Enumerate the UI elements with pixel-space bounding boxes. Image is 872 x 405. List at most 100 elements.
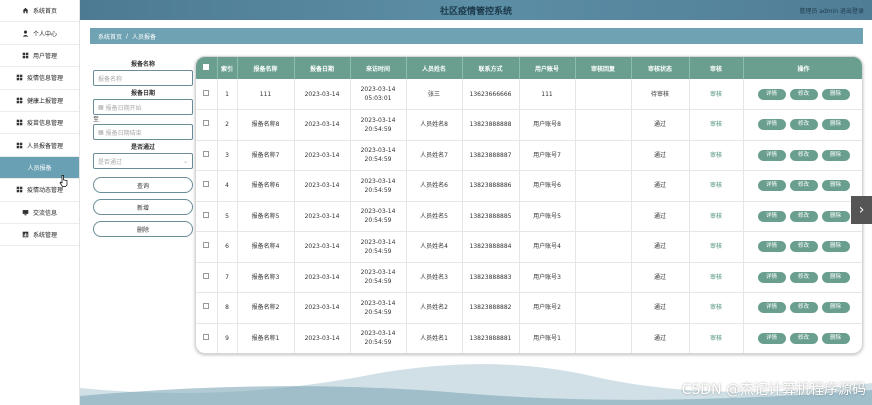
row-checkbox[interactable] bbox=[196, 231, 218, 263]
cell-date: 2023-03-14 bbox=[294, 292, 351, 324]
cell-person: 人员姓名4 bbox=[406, 231, 463, 263]
detail-button[interactable]: 详情 bbox=[757, 88, 786, 100]
sidebar-item-personnel-report-mgmt[interactable]: 人员报备管理 bbox=[0, 134, 79, 157]
audit-link[interactable]: 审核 bbox=[710, 91, 722, 98]
edit-button[interactable]: 修改 bbox=[789, 302, 818, 314]
sidebar-item-label: 用户管理 bbox=[32, 52, 57, 60]
add-button[interactable]: 新增 bbox=[93, 199, 193, 215]
monitor-icon bbox=[22, 209, 29, 216]
row-checkbox[interactable] bbox=[196, 201, 218, 232]
cell-person: 人员姓名2 bbox=[406, 292, 463, 324]
audit-link[interactable]: 审核 bbox=[710, 243, 722, 250]
sidebar-item-label: 人员报备管理 bbox=[26, 142, 63, 150]
row-delete-button[interactable]: 删除 bbox=[821, 149, 850, 161]
row-delete-button[interactable]: 删除 bbox=[821, 180, 850, 192]
sidebar-item-profile[interactable]: 个人中心 bbox=[0, 22, 79, 45]
date-start-placeholder: 报备日期开始 bbox=[105, 104, 142, 112]
cell-status: 通过 bbox=[631, 201, 690, 232]
cell-audit: 审核 bbox=[689, 231, 744, 263]
audit-link[interactable]: 审核 bbox=[710, 182, 722, 189]
grid-icon bbox=[16, 119, 23, 126]
cell-ops: 详情 修改 删除 bbox=[743, 292, 862, 324]
breadcrumb-home[interactable]: 系统首页 bbox=[98, 32, 122, 41]
row-delete-button[interactable]: 删除 bbox=[821, 332, 850, 344]
row-delete-button[interactable]: 删除 bbox=[821, 241, 850, 253]
edit-button[interactable]: 修改 bbox=[789, 332, 818, 344]
cell-phone: 13823888884 bbox=[462, 231, 520, 263]
row-delete-button[interactable]: 删除 bbox=[821, 210, 850, 222]
edit-button[interactable]: 修改 bbox=[789, 88, 818, 100]
cell-index: 8 bbox=[217, 292, 238, 324]
row-delete-button[interactable]: 删除 bbox=[821, 302, 850, 314]
select-all-checkbox[interactable] bbox=[196, 57, 218, 79]
date-end-placeholder: 报备日期结束 bbox=[105, 129, 142, 137]
audit-link[interactable]: 审核 bbox=[710, 213, 722, 220]
chevron-right-icon[interactable]: › bbox=[851, 196, 872, 224]
detail-button[interactable]: 详情 bbox=[757, 332, 786, 344]
edit-button[interactable]: 修改 bbox=[789, 210, 818, 222]
pass-select[interactable]: 是否通过 ⌄ bbox=[93, 153, 193, 169]
cell-name: 报备名称7 bbox=[237, 140, 295, 171]
sidebar-item-system[interactable]: 系统管理 bbox=[0, 224, 79, 247]
audit-link[interactable]: 审核 bbox=[710, 335, 722, 342]
row-checkbox[interactable] bbox=[196, 140, 218, 171]
col-account: 用户账号 bbox=[519, 57, 576, 79]
sidebar-item-label: 疫苗信息管理 bbox=[26, 120, 63, 128]
edit-button[interactable]: 修改 bbox=[789, 180, 818, 192]
edit-button[interactable]: 修改 bbox=[789, 149, 818, 161]
audit-link[interactable]: 审核 bbox=[710, 121, 722, 128]
audit-link[interactable]: 审核 bbox=[710, 152, 722, 159]
person-icon bbox=[22, 30, 29, 37]
cell-index: 7 bbox=[217, 262, 238, 293]
col-status: 审核状态 bbox=[631, 57, 690, 79]
audit-link[interactable]: 审核 bbox=[710, 304, 722, 311]
row-checkbox[interactable] bbox=[196, 262, 218, 293]
row-checkbox[interactable] bbox=[196, 109, 218, 141]
cell-visit: 2023-03-14 20:54:59 bbox=[350, 140, 407, 171]
name-input[interactable]: 报备名称 bbox=[93, 70, 193, 86]
cell-reply bbox=[575, 231, 632, 263]
cell-status: 通过 bbox=[631, 109, 690, 141]
grid-icon bbox=[16, 186, 23, 193]
sidebar-item-exchange[interactable]: 交流信息 bbox=[0, 202, 79, 224]
detail-button[interactable]: 详情 bbox=[757, 210, 786, 222]
table-row: 5 报备名称5 2023-03-14 2023-03-14 20:54:59 人员姓名5… bbox=[196, 201, 862, 232]
cell-account: 111 bbox=[519, 79, 576, 110]
col-audit: 审核 bbox=[689, 57, 744, 79]
row-checkbox[interactable] bbox=[196, 79, 218, 110]
delete-button[interactable]: 删除 bbox=[93, 221, 193, 237]
row-checkbox[interactable] bbox=[196, 292, 218, 324]
search-panel: 报备名称 报备名称 报备日期 ▦ 报备日期开始 至 ▦ 报备日期结束 是否通过 … bbox=[93, 60, 193, 237]
edit-button[interactable]: 修改 bbox=[789, 119, 818, 131]
sidebar-item-health-report[interactable]: 健康上报管理 bbox=[0, 90, 79, 112]
detail-button[interactable]: 详情 bbox=[757, 149, 786, 161]
cell-person: 人员姓名6 bbox=[406, 170, 463, 202]
detail-button[interactable]: 详情 bbox=[757, 241, 786, 253]
sidebar-item-epidemic-info[interactable]: 疫情信息管理 bbox=[0, 67, 79, 90]
detail-button[interactable]: 详情 bbox=[757, 119, 786, 131]
detail-button[interactable]: 详情 bbox=[757, 180, 786, 192]
audit-link[interactable]: 审核 bbox=[710, 274, 722, 281]
row-delete-button[interactable]: 删除 bbox=[821, 88, 850, 100]
query-button[interactable]: 查询 bbox=[93, 177, 193, 193]
sidebar-item-users[interactable]: 用户管理 bbox=[0, 45, 79, 68]
detail-button[interactable]: 详情 bbox=[757, 302, 786, 314]
cell-index: 5 bbox=[217, 201, 238, 232]
row-delete-button[interactable]: 删除 bbox=[821, 271, 850, 283]
sidebar-item-home[interactable]: 系统首页 bbox=[0, 0, 79, 23]
date-to-label: 至 bbox=[93, 116, 100, 123]
date-end-input[interactable]: ▦ 报备日期结束 bbox=[93, 124, 193, 140]
cell-visit: 2023-03-14 20:54:59 bbox=[350, 109, 407, 141]
table-header-row: 索引 报备名称 报备日期 来访时间 人员姓名 联系方式 用户账号 审核回复 审核… bbox=[196, 57, 862, 79]
sidebar-item-vaccine-info[interactable]: 疫苗信息管理 bbox=[0, 112, 79, 135]
row-delete-button[interactable]: 删除 bbox=[821, 119, 850, 131]
user-logout-link[interactable]: 管理员 admin 退出登录 bbox=[799, 6, 864, 15]
cell-audit: 审核 bbox=[689, 292, 744, 324]
cell-reply bbox=[575, 201, 632, 232]
date-start-input[interactable]: ▦ 报备日期开始 bbox=[93, 99, 193, 115]
edit-button[interactable]: 修改 bbox=[789, 271, 818, 283]
detail-button[interactable]: 详情 bbox=[757, 271, 786, 283]
breadcrumb: 系统首页 / 人员报备 bbox=[90, 28, 863, 44]
row-checkbox[interactable] bbox=[196, 170, 218, 202]
edit-button[interactable]: 修改 bbox=[789, 241, 818, 253]
